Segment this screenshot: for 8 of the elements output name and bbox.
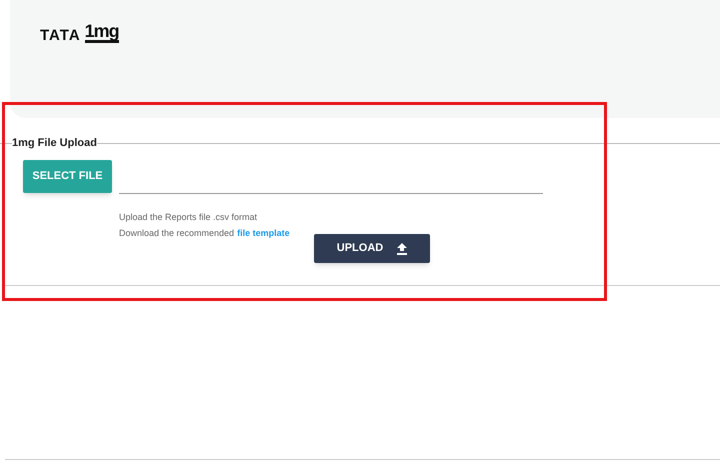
section-legend: 1mg File Upload (12, 134, 97, 152)
upload-button[interactable]: UPLOAD (314, 234, 430, 263)
template-text: Download the recommended (119, 227, 234, 240)
template-link[interactable]: file template (237, 225, 290, 241)
select-file-button[interactable]: SELECT FILE (23, 160, 112, 193)
upload-icon (397, 242, 408, 254)
hint-text: Upload the Reports file .csv format (119, 211, 258, 224)
logo: TATA 1mg (40, 22, 119, 43)
